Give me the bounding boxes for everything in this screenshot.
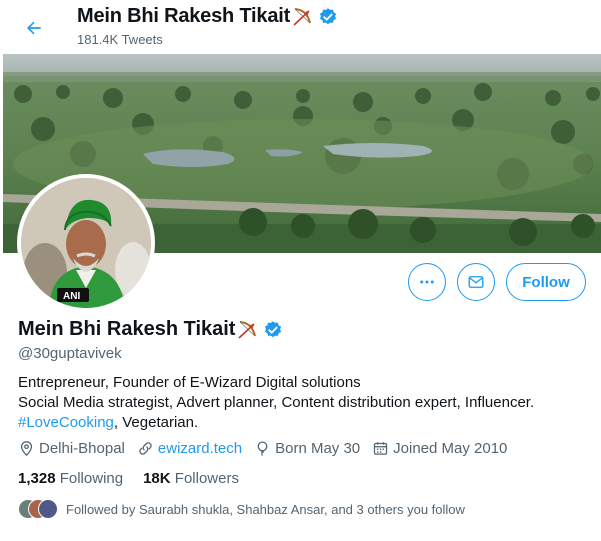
verified-badge-icon bbox=[265, 320, 282, 337]
bow-arrow-emoji bbox=[293, 7, 312, 26]
link-icon bbox=[139, 442, 152, 455]
following-count: 1,328 bbox=[18, 470, 56, 487]
joined-item: Joined May 2010 bbox=[372, 440, 507, 457]
profile-stats: 1,328 Following 18K Followers bbox=[18, 470, 259, 487]
bio-line-1: Entrepreneur, Founder of E-Wizard Digita… bbox=[18, 374, 361, 391]
followers-count: 18K bbox=[143, 470, 171, 487]
verified-badge-icon bbox=[319, 7, 337, 24]
bow-arrow-emoji bbox=[238, 320, 257, 339]
bio-line-3-text: , Vegetarian. bbox=[113, 414, 199, 431]
followed-by[interactable]: Followed by Saurabh shukla, Shahbaz Ansa… bbox=[18, 499, 465, 519]
follower-avatars bbox=[18, 499, 58, 519]
header-name: Mein Bhi Rakesh Tikait bbox=[77, 5, 291, 27]
more-icon bbox=[420, 280, 434, 284]
location-text: Delhi-Bhopal bbox=[39, 440, 125, 457]
back-arrow-icon bbox=[27, 21, 41, 35]
more-button[interactable] bbox=[408, 263, 446, 301]
birthday-icon bbox=[257, 441, 268, 456]
followed-by-text: Followed by Saurabh shukla, Shahbaz Ansa… bbox=[66, 501, 465, 517]
followers-link[interactable]: 18K Followers bbox=[143, 470, 239, 487]
birthday-item: Born May 30 bbox=[254, 440, 360, 457]
location-item: Delhi-Bhopal bbox=[18, 440, 125, 457]
hashtag-link[interactable]: #LoveCooking bbox=[18, 414, 114, 431]
follow-button[interactable]: Follow bbox=[506, 263, 586, 301]
message-button[interactable] bbox=[457, 263, 495, 301]
following-link[interactable]: 1,328 Following bbox=[18, 470, 123, 487]
bio-line-3: #LoveCooking, Vegetarian. bbox=[18, 413, 588, 433]
website-item: ewizard.tech bbox=[137, 440, 242, 457]
birthday-text: Born May 30 bbox=[275, 440, 361, 457]
profile-actions: Follow bbox=[0, 263, 601, 303]
profile-display-name: Mein Bhi Rakesh Tikait bbox=[18, 318, 236, 340]
profile-meta: Delhi-Bhopal ewizard.tech Born May 30 Jo… bbox=[18, 440, 519, 457]
profile-header: Mein Bhi Rakesh Tikait 181.4K Tweets bbox=[0, 0, 601, 54]
header-title: Mein Bhi Rakesh Tikait bbox=[77, 5, 338, 28]
profile-name: Mein Bhi Rakesh Tikait bbox=[18, 318, 283, 341]
joined-text: Joined May 2010 bbox=[393, 440, 508, 457]
location-icon bbox=[20, 441, 33, 457]
bio-line-2: Social Media strategist, Advert planner,… bbox=[18, 394, 535, 411]
followers-label: Followers bbox=[174, 470, 239, 487]
website-link[interactable]: ewizard.tech bbox=[158, 440, 242, 457]
following-label: Following bbox=[59, 470, 124, 487]
message-icon bbox=[468, 276, 484, 288]
tweet-count: 181.4K Tweets bbox=[77, 32, 163, 47]
follower-avatar bbox=[38, 499, 58, 519]
profile-handle: @30guptavivek bbox=[18, 345, 122, 362]
back-button[interactable] bbox=[16, 10, 52, 46]
calendar-icon bbox=[373, 442, 388, 455]
profile-bio: Entrepreneur, Founder of E-Wizard Digita… bbox=[18, 373, 588, 433]
